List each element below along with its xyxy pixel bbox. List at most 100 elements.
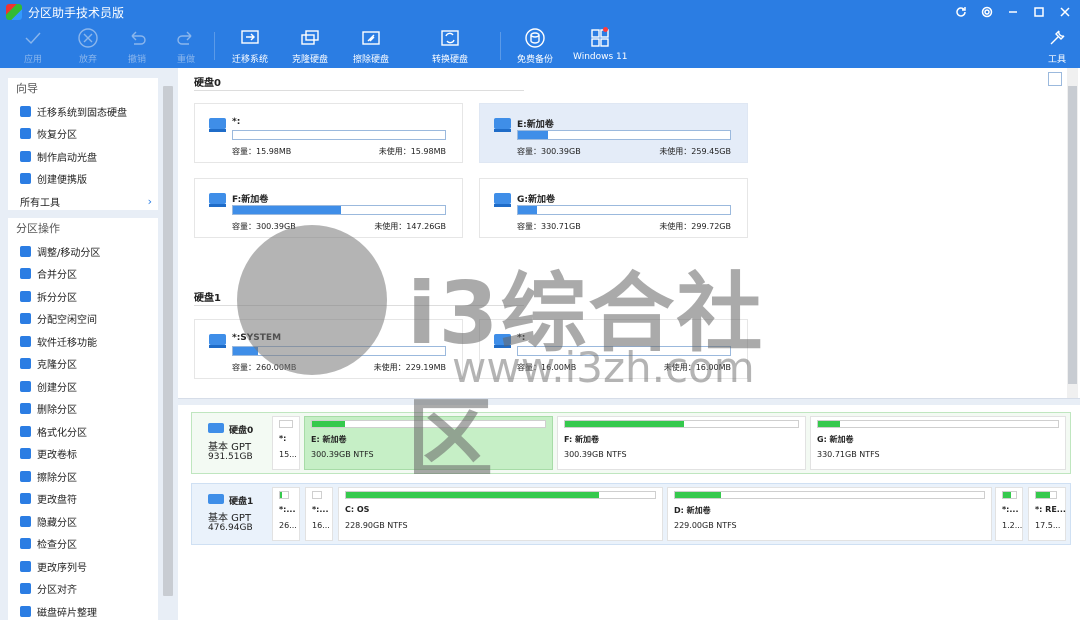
scrollbar-thumb[interactable] — [1068, 86, 1077, 384]
redo-button[interactable]: 重做 — [175, 24, 197, 68]
hide-icon — [20, 515, 31, 527]
main-scrollbar[interactable] — [1067, 68, 1078, 398]
sidebar-item-portable[interactable]: 创建便携版 — [8, 168, 158, 191]
partition-card[interactable]: *: 容量：16.00MB 未使用：16.00MB — [479, 319, 748, 379]
wipe-disk-icon — [362, 31, 380, 45]
sidebar-item-create[interactable]: 创建分区 — [8, 375, 158, 398]
migrate-os-icon — [241, 30, 259, 44]
sidebar-item-defrag[interactable]: 磁盘碎片整理 — [8, 600, 158, 620]
disk-info: 硬盘1 基本 GPT 476.94GB — [192, 484, 270, 544]
partition-block[interactable]: F: 新加卷 300.39GB NTFS — [557, 416, 806, 470]
guide-title: 向导 — [16, 82, 38, 95]
usage-fill — [518, 206, 538, 214]
sidebar-item-drive-letter[interactable]: 更改盘符 — [8, 488, 158, 511]
minimize-button[interactable] — [1004, 3, 1022, 21]
partition-block[interactable]: G: 新加卷 330.71GB NTFS — [810, 416, 1066, 470]
partition-card-area: 硬盘0 *: 容量：15.98MB 未使用：15.98MB E:新加卷 容量：3… — [178, 68, 1080, 398]
disk1-header: 硬盘1 — [194, 293, 221, 304]
sidebar-item-app-mover[interactable]: 软件迁移功能 — [8, 330, 158, 353]
sidebar-item-check[interactable]: 检查分区 — [8, 533, 158, 556]
convert-disk-button[interactable]: 转换硬盘 — [432, 24, 468, 68]
partition-card[interactable]: E:新加卷 容量：300.39GB 未使用：259.45GB — [479, 103, 748, 163]
usage-bar — [232, 130, 446, 140]
view-toggle-icon[interactable] — [1048, 72, 1062, 86]
partition-block[interactable]: *:... 1.2... — [995, 487, 1023, 541]
partition-block[interactable]: *: 15... — [272, 416, 300, 470]
partition-card[interactable]: *: 容量：15.98MB 未使用：15.98MB — [194, 103, 463, 163]
maximize-button[interactable] — [1030, 3, 1048, 21]
disk-icon — [208, 423, 224, 433]
serial-icon — [20, 560, 31, 572]
convert-disk-icon — [441, 30, 459, 46]
wipe-disk-button[interactable]: 擦除硬盘 — [353, 24, 389, 68]
wipe-icon — [20, 470, 31, 482]
apply-button[interactable]: 应用 — [22, 24, 44, 68]
align-icon — [20, 583, 31, 595]
partition-block[interactable]: C: OS 228.90GB NTFS — [338, 487, 663, 541]
refresh-icon[interactable] — [952, 3, 970, 21]
sidebar-item-bootable[interactable]: 制作启动光盘 — [8, 145, 158, 168]
usage-bar — [517, 130, 731, 140]
sidebar-item-wipe[interactable]: 擦除分区 — [8, 465, 158, 488]
divider — [194, 90, 524, 91]
sidebar-item-hide[interactable]: 隐藏分区 — [8, 510, 158, 533]
disk-row-0[interactable]: 硬盘0 基本 GPT 931.51GB *: 15... E: 新加卷 300.… — [191, 412, 1071, 474]
tools-button[interactable]: 工具 — [1046, 24, 1068, 68]
check-partition-icon — [20, 538, 31, 550]
undo-button[interactable]: 撤销 — [126, 24, 148, 68]
drive-icon — [209, 334, 226, 348]
partition-block[interactable]: *:... 16... — [305, 487, 333, 541]
drive-icon — [494, 118, 511, 132]
backup-icon — [525, 28, 545, 48]
redo-icon — [177, 31, 192, 45]
discard-button[interactable]: 放弃 — [77, 24, 99, 68]
partition-block[interactable]: *:... 26... — [272, 487, 300, 541]
disk-icon — [208, 494, 224, 504]
toolbar-separator — [500, 32, 501, 60]
sidebar-item-all-tools[interactable]: 所有工具 › — [8, 190, 158, 213]
app-mover-icon — [20, 335, 31, 347]
sidebar-item-merge[interactable]: 合并分区 — [8, 263, 158, 286]
sidebar-item-migrate-ssd[interactable]: 迁移系统到固态硬盘 — [8, 100, 158, 123]
ops-title: 分区操作 — [16, 222, 60, 235]
partition-card[interactable]: G:新加卷 容量：330.71GB 未使用：299.72GB — [479, 178, 748, 238]
allocate-icon — [20, 313, 31, 325]
windows11-button[interactable]: Windows 11 — [573, 24, 628, 68]
sidebar-item-clone[interactable]: 克隆分区 — [8, 353, 158, 376]
sidebar-item-align[interactable]: 分区对齐 — [8, 578, 158, 601]
panel-splitter[interactable] — [178, 398, 1080, 405]
toolbar-separator — [214, 32, 215, 60]
disk-row-1[interactable]: 硬盘1 基本 GPT 476.94GB *:... 26... *:... 16… — [191, 483, 1071, 545]
close-button[interactable] — [1056, 3, 1074, 21]
sidebar-item-resize[interactable]: 调整/移动分区 — [8, 240, 158, 263]
partition-block[interactable]: E: 新加卷 300.39GB NTFS — [304, 416, 553, 470]
sidebar-item-split[interactable]: 拆分分区 — [8, 285, 158, 308]
split-icon — [20, 290, 31, 302]
sidebar-item-recover[interactable]: 恢复分区 — [8, 123, 158, 146]
partition-block[interactable]: D: 新加卷 229.00GB NTFS — [667, 487, 992, 541]
usage-fill — [233, 347, 259, 355]
migrate-os-button[interactable]: 迁移系统 — [232, 24, 268, 68]
partition-block[interactable]: *: RE... 17.5... — [1028, 487, 1066, 541]
sidebar-item-label[interactable]: 更改卷标 — [8, 443, 158, 466]
clone-disk-button[interactable]: 克隆硬盘 — [292, 24, 328, 68]
partition-card[interactable]: *:SYSTEM 容量：260.00MB 未使用：229.19MB — [194, 319, 463, 379]
sidebar-item-delete[interactable]: 删除分区 — [8, 398, 158, 421]
partition-card[interactable]: F:新加卷 容量：300.39GB 未使用：147.26GB — [194, 178, 463, 238]
tools-icon — [1050, 30, 1065, 45]
delete-icon — [20, 403, 31, 415]
recover-icon — [20, 128, 31, 140]
sidebar-item-allocate[interactable]: 分配空闲空间 — [8, 308, 158, 331]
defrag-icon — [20, 605, 31, 617]
app-title: 分区助手技术员版 — [28, 5, 125, 20]
settings-icon[interactable] — [978, 3, 996, 21]
sidebar-item-format[interactable]: 格式化分区 — [8, 420, 158, 443]
disk-map-area: 硬盘0 基本 GPT 931.51GB *: 15... E: 新加卷 300.… — [178, 405, 1080, 620]
pencil-icon — [20, 493, 31, 505]
sidebar-item-serial[interactable]: 更改序列号 — [8, 555, 158, 578]
free-backup-button[interactable]: 免费备份 — [517, 24, 553, 68]
chevron-right-icon: › — [147, 194, 152, 208]
sidebar-scrollbar[interactable] — [163, 86, 173, 596]
usage-bar — [517, 346, 731, 356]
drive-icon — [209, 193, 226, 207]
